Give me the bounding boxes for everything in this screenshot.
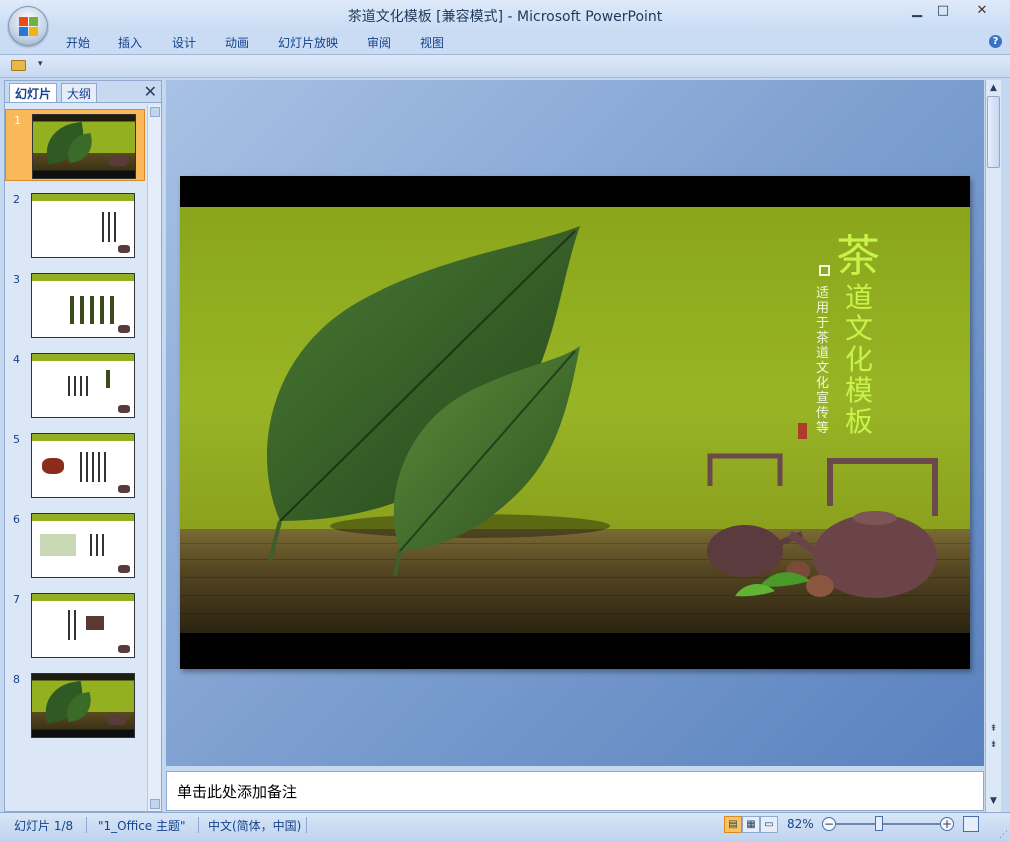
fit-to-window-icon[interactable] xyxy=(963,816,979,832)
thumbnail-image xyxy=(31,193,135,258)
seal-stamp-icon xyxy=(798,423,807,439)
quick-access-toolbar: ▾ xyxy=(0,54,1010,78)
help-icon[interactable]: ? xyxy=(989,35,1002,48)
zoom-level[interactable]: 82% xyxy=(787,817,814,831)
thumbnail-image xyxy=(31,513,135,578)
bullet-square-icon xyxy=(819,265,830,276)
zoom-slider[interactable] xyxy=(836,823,940,825)
tab-view[interactable]: 视图 xyxy=(420,34,444,51)
slide-number: 5 xyxy=(13,433,20,446)
slide-thumbnail-8[interactable]: 8 xyxy=(5,669,145,741)
tab-animation[interactable]: 动画 xyxy=(225,34,249,51)
teapot-image xyxy=(707,453,938,598)
scroll-up-icon[interactable] xyxy=(150,107,160,117)
zoom-in-icon[interactable]: + xyxy=(940,817,954,831)
previous-slide-icon[interactable]: ⇞ xyxy=(987,722,1000,736)
slide-number: 2 xyxy=(13,193,20,206)
slide-number: 4 xyxy=(13,353,20,366)
tab-slides[interactable]: 幻灯片 xyxy=(9,83,58,102)
slide-thumbnail-6[interactable]: 6 xyxy=(5,509,145,581)
tab-review[interactable]: 审阅 xyxy=(367,34,391,51)
tab-design[interactable]: 设计 xyxy=(172,34,196,51)
thumbnail-image xyxy=(31,673,135,738)
current-slide[interactable]: 茶 道文化模板 适用于茶道文化宣传等 xyxy=(180,176,970,669)
tab-insert[interactable]: 插入 xyxy=(118,34,142,51)
slide-number: 6 xyxy=(13,513,20,526)
slide-thumbnail-2[interactable]: 2 xyxy=(5,189,145,261)
tab-slideshow[interactable]: 幻灯片放映 xyxy=(278,34,338,51)
slide-thumbnail-7[interactable]: 7 xyxy=(5,589,145,661)
zoom-slider-thumb[interactable] xyxy=(874,816,883,831)
slide-subtitle[interactable]: 适用于茶道文化宣传等 xyxy=(816,286,832,436)
panel-tabs: 幻灯片 大纲 ✕ xyxy=(5,81,161,103)
office-button[interactable] xyxy=(8,6,48,46)
tea-leaves-image xyxy=(266,226,610,577)
notes-pane[interactable]: 单击此处添加备注 xyxy=(166,771,984,811)
ribbon-tab-bar: 开始 插入 设计 动画 幻灯片放映 审阅 视图 ? xyxy=(0,30,1010,54)
scroll-up-icon[interactable]: ▲ xyxy=(987,81,1000,95)
open-folder-icon[interactable] xyxy=(11,60,26,71)
office-logo-icon xyxy=(19,17,39,37)
thumbnail-image xyxy=(32,114,136,179)
slide-number: 3 xyxy=(13,273,20,286)
slide-number: 8 xyxy=(13,673,20,686)
slide-number: 1 xyxy=(14,114,21,127)
zoom-out-icon[interactable]: − xyxy=(822,817,836,831)
slide-thumbnail-4[interactable]: 4 xyxy=(5,349,145,421)
close-panel-icon[interactable]: ✕ xyxy=(144,82,157,101)
panel-scrollbar[interactable] xyxy=(147,105,161,811)
thumbnail-image xyxy=(31,433,135,498)
tab-outline[interactable]: 大纲 xyxy=(61,83,98,102)
slideshow-view-icon[interactable]: ▭ xyxy=(760,816,778,833)
slide-title-first-char[interactable]: 茶 xyxy=(836,220,880,284)
scroll-down-icon[interactable] xyxy=(150,799,160,809)
slide-title[interactable]: 道文化模板 xyxy=(845,282,879,437)
scroll-down-icon[interactable]: ▼ xyxy=(987,794,1000,808)
notes-placeholder[interactable]: 单击此处添加备注 xyxy=(177,781,297,802)
status-bar: 幻灯片 1/8 "1_Office 主题" 中文(简体，中国) ▤ ▦ ▭ 82… xyxy=(0,812,1010,842)
slide-thumbnail-3[interactable]: 3 xyxy=(5,269,145,341)
thumbnail-image xyxy=(31,593,135,658)
resize-grip-icon: ⋰ xyxy=(999,830,1008,840)
slide-sorter-icon[interactable]: ▦ xyxy=(742,816,760,833)
slide-thumbnail-1[interactable]: 1 xyxy=(5,109,145,181)
window-title: 茶道文化模板 [兼容模式] - Microsoft PowerPoint xyxy=(347,9,663,25)
thumbnail-image xyxy=(31,353,135,418)
slide-editing-area: 茶 道文化模板 适用于茶道文化宣传等 xyxy=(166,80,984,766)
thumbnail-image xyxy=(31,273,135,338)
slide-scrollbar[interactable]: ▲ ⇞ ⇟ ▼ xyxy=(985,80,1001,812)
title-bar: 茶道文化模板 [兼容模式] - Microsoft PowerPoint ▁ □… xyxy=(0,0,1010,30)
scroll-thumb[interactable] xyxy=(987,96,1000,168)
language-indicator[interactable]: 中文(简体，中国) xyxy=(208,817,301,834)
customize-toolbar-arrow[interactable]: ▾ xyxy=(38,59,43,69)
tab-home[interactable]: 开始 xyxy=(66,34,90,51)
slide-indicator: 幻灯片 1/8 xyxy=(14,819,74,833)
normal-view-icon[interactable]: ▤ xyxy=(724,816,742,833)
theme-name: "1_Office 主题" xyxy=(98,819,186,833)
close-button[interactable]: ✕ xyxy=(960,2,1004,20)
slide-thumbnail-list: 1 2 3 4 5 6 7 8 xyxy=(5,105,147,811)
slide-thumbnail-5[interactable]: 5 xyxy=(5,429,145,501)
next-slide-icon[interactable]: ⇟ xyxy=(987,738,1000,752)
slides-panel: 幻灯片 大纲 ✕ 1 2 3 4 5 6 7 8 xyxy=(4,80,162,812)
slide-number: 7 xyxy=(13,593,20,606)
maximize-button[interactable]: □ xyxy=(930,2,956,20)
minimize-button[interactable]: ▁ xyxy=(904,2,930,20)
